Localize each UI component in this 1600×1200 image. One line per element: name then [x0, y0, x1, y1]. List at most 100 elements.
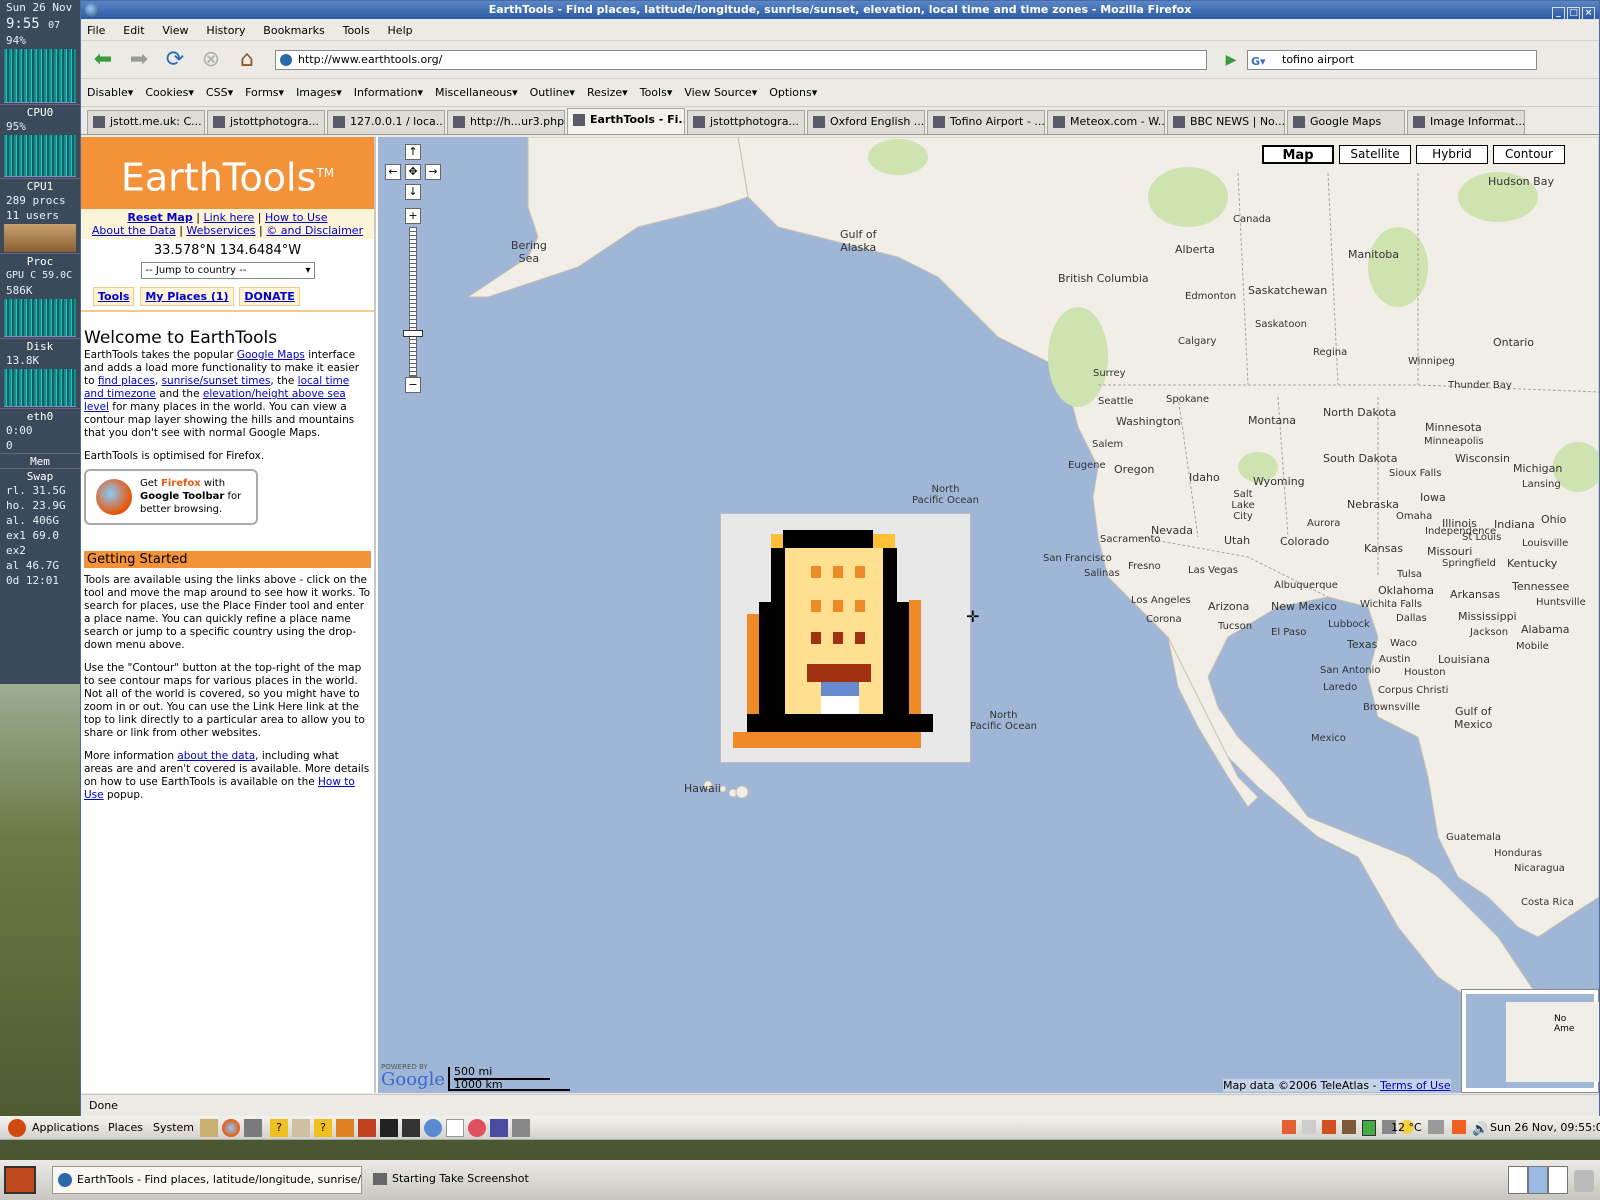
map-type-satellite[interactable]: Satellite [1339, 145, 1411, 164]
menu-tools[interactable]: Tools [343, 24, 370, 37]
battery-icon[interactable] [1362, 1120, 1376, 1136]
home-folder-icon[interactable] [292, 1119, 310, 1137]
zoom-in-icon[interactable]: + [405, 208, 421, 224]
gnome-foot-icon[interactable] [8, 1119, 26, 1137]
link-here-link[interactable]: Link here [203, 211, 254, 224]
tab-3[interactable]: 127.0.0.1 / loca... [327, 110, 445, 134]
app-icon-6[interactable] [468, 1119, 486, 1137]
trash-icon[interactable] [1574, 1170, 1594, 1192]
menu-file[interactable]: File [87, 24, 105, 37]
alert-icon[interactable] [1452, 1120, 1466, 1134]
overview-map[interactable]: No Ame [1461, 989, 1599, 1093]
help-icon-2[interactable]: ? [314, 1119, 332, 1137]
home-icon[interactable]: ⌂ [233, 46, 261, 74]
zoom-slider-handle[interactable] [403, 330, 423, 337]
dev-forms[interactable]: Forms▾ [245, 86, 284, 99]
help-icon[interactable]: ? [270, 1119, 288, 1137]
menu-view[interactable]: View [162, 24, 188, 37]
app-icon-7[interactable] [490, 1119, 508, 1137]
zoom-slider[interactable] [409, 227, 417, 377]
dev-images[interactable]: Images▾ [296, 86, 342, 99]
tab-donate[interactable]: DONATE [239, 287, 300, 306]
country-dropdown[interactable]: -- Jump to country -- ▾ [140, 262, 315, 279]
tab-4[interactable]: http://h...ur3.php [447, 110, 565, 134]
tab-8[interactable]: Tofino Airport - ... [927, 110, 1045, 134]
dev-view-source[interactable]: View Source▾ [684, 86, 757, 99]
tools-icon[interactable] [336, 1119, 354, 1137]
workspace-2[interactable] [1528, 1166, 1548, 1194]
app-icon-4[interactable] [424, 1119, 442, 1137]
stop-icon[interactable]: ⊗ [197, 46, 225, 74]
workspace-1[interactable] [1508, 1166, 1528, 1194]
webservices-link[interactable]: Webservices [186, 224, 255, 237]
tab-1[interactable]: jstott.me.uk: C... [87, 110, 205, 134]
menu-system[interactable]: System [153, 1116, 194, 1140]
maximize-icon[interactable]: □ [1567, 7, 1580, 20]
back-arrow-icon[interactable]: ⬅ [89, 46, 117, 74]
dev-tools[interactable]: Tools▾ [640, 86, 673, 99]
tray-icon-4[interactable] [1342, 1120, 1356, 1134]
dev-disable[interactable]: Disable▾ [87, 86, 133, 99]
dev-options[interactable]: Options▾ [769, 86, 817, 99]
app-icon-3[interactable] [402, 1119, 420, 1137]
app-icon-2[interactable] [358, 1119, 376, 1137]
tray-icon-3[interactable] [1322, 1120, 1336, 1134]
minimize-icon[interactable]: _ [1552, 7, 1565, 20]
mail-icon[interactable] [200, 1119, 218, 1137]
tab-9[interactable]: Meteox.com - W... [1047, 110, 1165, 134]
close-icon[interactable]: × [1582, 7, 1595, 20]
terminal-icon[interactable] [380, 1119, 398, 1137]
google-maps-link[interactable]: Google Maps [237, 349, 305, 361]
dev-cookies[interactable]: Cookies▾ [145, 86, 194, 99]
app-icon-1[interactable] [244, 1119, 262, 1137]
tab-7[interactable]: Oxford English ... [807, 110, 925, 134]
tab-12[interactable]: Image Informat... [1407, 110, 1525, 134]
taskbar-earthtools[interactable]: EarthTools - Find places, latitude/longi… [52, 1166, 362, 1194]
forward-arrow-icon[interactable]: ➡ [125, 46, 153, 74]
url-bar[interactable]: http://www.earthtools.org/ [275, 49, 1207, 70]
menu-help[interactable]: Help [388, 24, 413, 37]
go-icon[interactable]: ▶ [1221, 50, 1241, 70]
menu-history[interactable]: History [206, 24, 245, 37]
menu-applications[interactable]: Applications [32, 1116, 99, 1140]
workspace-switcher[interactable] [1508, 1166, 1568, 1194]
firefox-launcher-icon[interactable] [222, 1119, 240, 1137]
google-map[interactable]: ↑ ← ✥ → ↓ + − Map Satellite Hybrid Conto… [378, 137, 1599, 1093]
find-places-link[interactable]: find places [98, 375, 155, 387]
pan-center-icon[interactable]: ✥ [405, 164, 421, 180]
taskbar-screenshot[interactable]: Starting Take Screenshot [368, 1166, 568, 1194]
map-type-hybrid[interactable]: Hybrid [1416, 145, 1488, 164]
menu-places[interactable]: Places [108, 1116, 143, 1140]
tray-icon-1[interactable] [1282, 1120, 1296, 1134]
app-icon-8[interactable] [512, 1119, 530, 1137]
dev-css[interactable]: CSS▾ [206, 86, 233, 99]
tab-earthtools[interactable]: EarthTools - Fi... [567, 108, 685, 134]
pan-up-icon[interactable]: ↑ [405, 144, 421, 160]
pan-right-icon[interactable]: → [425, 164, 441, 180]
disclaimer-link[interactable]: © and Disclaimer [266, 224, 363, 237]
printer-icon[interactable] [1428, 1120, 1444, 1134]
firefox-toolbar-badge[interactable]: Get Firefox with Google Toolbar for bett… [84, 469, 258, 525]
tab-6[interactable]: jstottphotogra... [687, 110, 805, 134]
show-desktop-icon[interactable] [4, 1166, 36, 1194]
menu-bookmarks[interactable]: Bookmarks [263, 24, 324, 37]
pan-down-icon[interactable]: ↓ [405, 184, 421, 200]
map-type-map[interactable]: Map [1262, 145, 1334, 164]
menu-edit[interactable]: Edit [123, 24, 144, 37]
reload-icon[interactable]: ⟳ [161, 46, 189, 74]
google-search-icon[interactable]: G▾ [1251, 53, 1266, 71]
how-to-use-link[interactable]: How to Use [265, 211, 328, 224]
workspace-3[interactable] [1548, 1166, 1568, 1194]
sunrise-link[interactable]: sunrise/sunset times [162, 375, 271, 387]
about-the-data-link[interactable]: about the data [177, 750, 255, 762]
dev-outline[interactable]: Outline▾ [530, 86, 575, 99]
window-titlebar[interactable]: EarthTools - Find places, latitude/longi… [81, 1, 1599, 20]
tab-10[interactable]: BBC NEWS | No... [1167, 110, 1285, 134]
tab-2[interactable]: jstottphotogra... [207, 110, 325, 134]
tab-tools[interactable]: Tools [93, 287, 135, 306]
zoom-out-icon[interactable]: − [405, 377, 421, 393]
about-data-link[interactable]: About the Data [92, 224, 176, 237]
reset-map-link[interactable]: Reset Map [127, 211, 192, 224]
volume-icon[interactable]: 🔊 [1472, 1118, 1488, 1142]
terms-of-use-link[interactable]: Terms of Use [1380, 1079, 1451, 1092]
